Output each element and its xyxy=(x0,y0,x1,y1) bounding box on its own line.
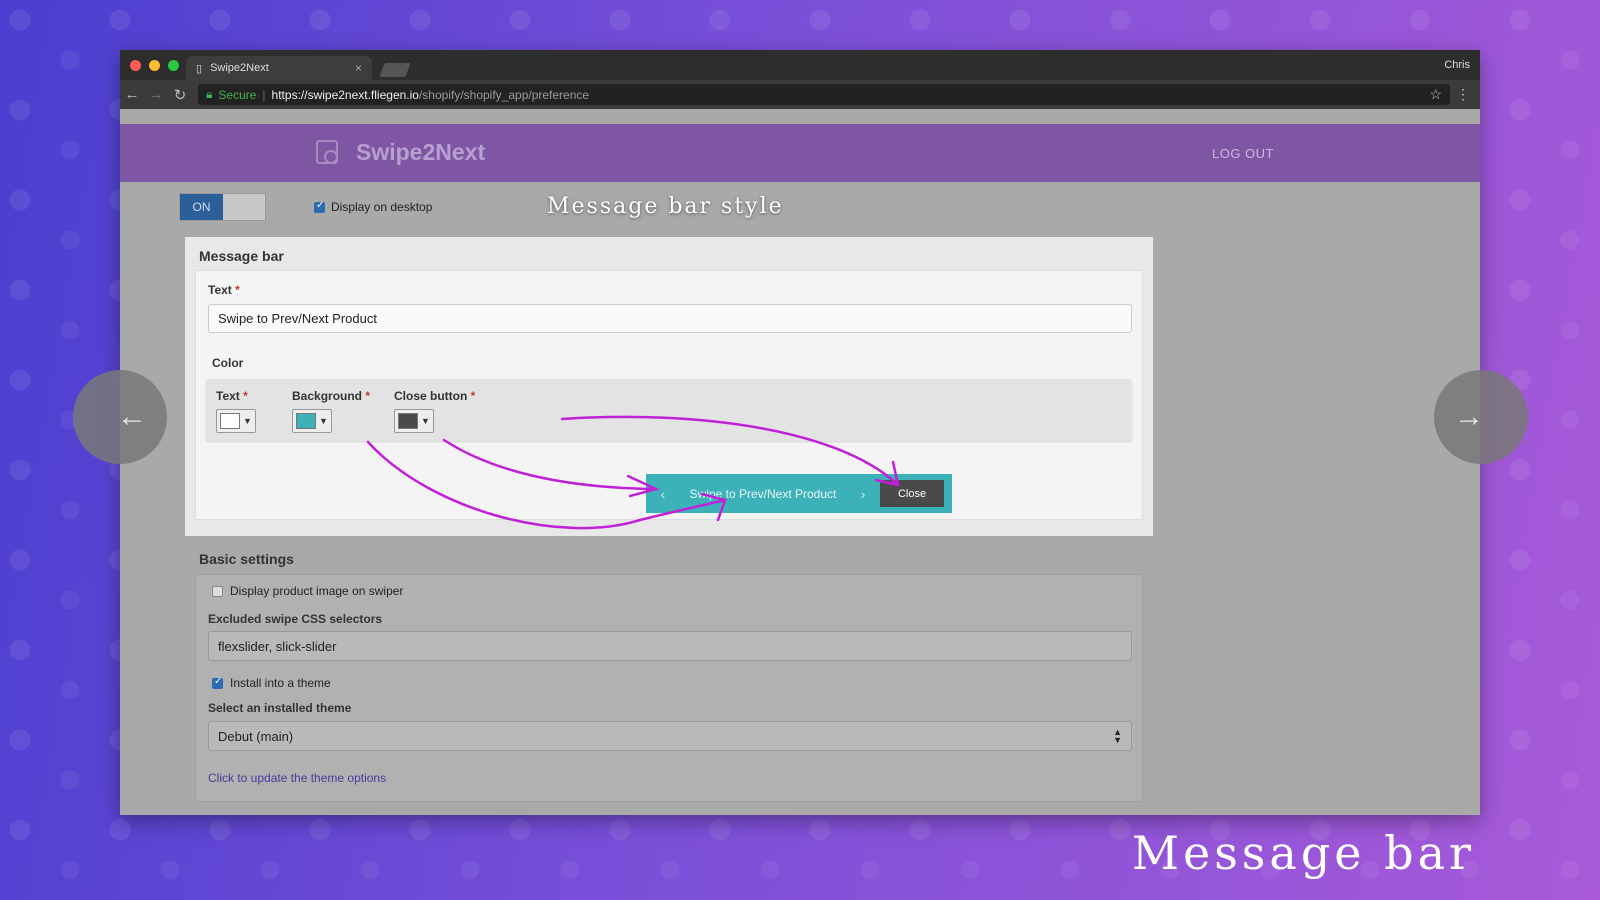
text-color-picker[interactable]: ▼ xyxy=(216,409,256,433)
app-brand[interactable]: Swipe2Next xyxy=(356,139,485,166)
toggle-on-label: ON xyxy=(180,194,223,220)
chevron-down-icon: ▼ xyxy=(243,416,252,426)
theme-select[interactable]: Debut (main) ▲ ▼ xyxy=(208,721,1132,751)
update-theme-link[interactable]: Click to update the theme options xyxy=(208,771,386,785)
secure-label: Secure xyxy=(218,87,257,102)
profile-name[interactable]: Chris xyxy=(1444,59,1470,71)
browser-titlebar: ▯ Swipe2Next × Chris xyxy=(120,50,1480,80)
maximize-window-icon[interactable] xyxy=(168,60,179,71)
minimize-window-icon[interactable] xyxy=(149,60,160,71)
chevron-down-icon: ▼ xyxy=(421,416,430,426)
preview-text: Swipe to Prev/Next Product xyxy=(689,486,837,501)
previous-slide-button[interactable]: ← xyxy=(73,370,167,464)
prev-chevron-icon[interactable]: ‹ xyxy=(646,486,680,502)
tab-close-icon[interactable]: × xyxy=(355,61,362,75)
preview-close-button[interactable]: Close xyxy=(880,480,944,507)
reload-icon[interactable]: ↻ xyxy=(168,86,192,104)
address-bar-row: ← → ↻ 🔒︎ Secure | https://swipe2next.fli… xyxy=(120,80,1480,109)
enable-toggle[interactable]: ON xyxy=(179,193,266,221)
back-icon[interactable]: ← xyxy=(120,86,144,103)
new-tab-button[interactable] xyxy=(379,63,411,77)
arrow-left-icon: ← xyxy=(117,400,147,433)
basic-settings-form: Display product image on swiper Excluded… xyxy=(195,574,1143,802)
browser-menu-icon[interactable]: ⋮ xyxy=(1456,86,1470,103)
display-image-checkbox[interactable] xyxy=(212,585,223,597)
app-header: Swipe2Next LOG OUT xyxy=(120,124,1480,182)
background-color-label: Background * xyxy=(292,389,371,403)
swipe-logo-icon xyxy=(316,140,338,164)
display-desktop-checkbox[interactable] xyxy=(314,200,325,213)
display-desktop-option[interactable]: Display on desktop xyxy=(314,200,432,214)
url-path: /shopify/shopify_app/preference xyxy=(418,87,590,102)
install-theme-checkbox[interactable] xyxy=(212,676,223,689)
browser-tab[interactable]: ▯ Swipe2Next × xyxy=(186,56,372,80)
chevron-down-icon: ▼ xyxy=(319,416,328,426)
close-button-color-label: Close button * xyxy=(394,389,476,403)
close-button-color-swatch xyxy=(398,413,418,429)
display-desktop-label: Display on desktop xyxy=(331,200,433,214)
next-chevron-icon[interactable]: › xyxy=(846,486,880,502)
theme-select-value: Debut (main) xyxy=(218,728,294,744)
arrow-right-icon: → xyxy=(1454,400,1484,433)
excluded-selectors-input[interactable]: flexslider, slick-slider xyxy=(208,631,1132,661)
required-mark: * xyxy=(235,283,240,297)
background-color-swatch xyxy=(296,413,316,429)
slide-caption: Message bar xyxy=(1131,826,1475,880)
color-pickers-row: Text * ▼ Background * ▼ Close button * ▼ xyxy=(206,379,1132,441)
message-bar-title: Message bar xyxy=(199,248,284,264)
select-updown-icon: ▲ ▼ xyxy=(1113,727,1122,745)
color-section-label: Color xyxy=(212,356,244,370)
text-color-label: Text * xyxy=(216,389,248,403)
logout-link[interactable]: LOG OUT xyxy=(1212,146,1274,161)
close-button-color-picker[interactable]: ▼ xyxy=(394,409,434,433)
url-separator: | xyxy=(262,87,266,102)
next-slide-button[interactable]: → xyxy=(1434,370,1528,464)
text-field-label: Text * xyxy=(208,283,240,297)
tab-title: Swipe2Next xyxy=(210,62,269,74)
url-host: https://swipe2next.fliegen.io xyxy=(271,87,419,102)
message-bar-preview: ‹ Swipe to Prev/Next Product › Close xyxy=(646,474,952,513)
url-field[interactable]: 🔒︎ Secure | https://swipe2next.fliegen.i… xyxy=(198,84,1450,105)
message-text-input[interactable]: Swipe to Prev/Next Product xyxy=(208,304,1132,333)
window-controls xyxy=(130,60,179,71)
section-caption: Message bar style xyxy=(547,194,784,219)
page-icon: ▯ xyxy=(196,62,203,75)
basic-settings-title: Basic settings xyxy=(199,551,294,567)
page-top-gap xyxy=(120,109,1480,124)
bookmark-star-icon[interactable]: ☆ xyxy=(1429,86,1442,103)
excluded-selectors-label: Excluded swipe CSS selectors xyxy=(208,612,383,626)
install-theme-option[interactable]: Install into a theme xyxy=(212,676,331,690)
select-theme-label: Select an installed theme xyxy=(208,701,352,715)
background-color-picker[interactable]: ▼ xyxy=(292,409,332,433)
install-theme-label: Install into a theme xyxy=(230,676,331,690)
forward-icon[interactable]: → xyxy=(144,86,168,103)
display-image-option[interactable]: Display product image on swiper xyxy=(212,584,403,598)
lock-icon: 🔒︎ xyxy=(206,87,213,101)
text-color-swatch xyxy=(220,413,240,429)
close-window-icon[interactable] xyxy=(130,60,141,71)
display-image-label: Display product image on swiper xyxy=(230,584,404,598)
